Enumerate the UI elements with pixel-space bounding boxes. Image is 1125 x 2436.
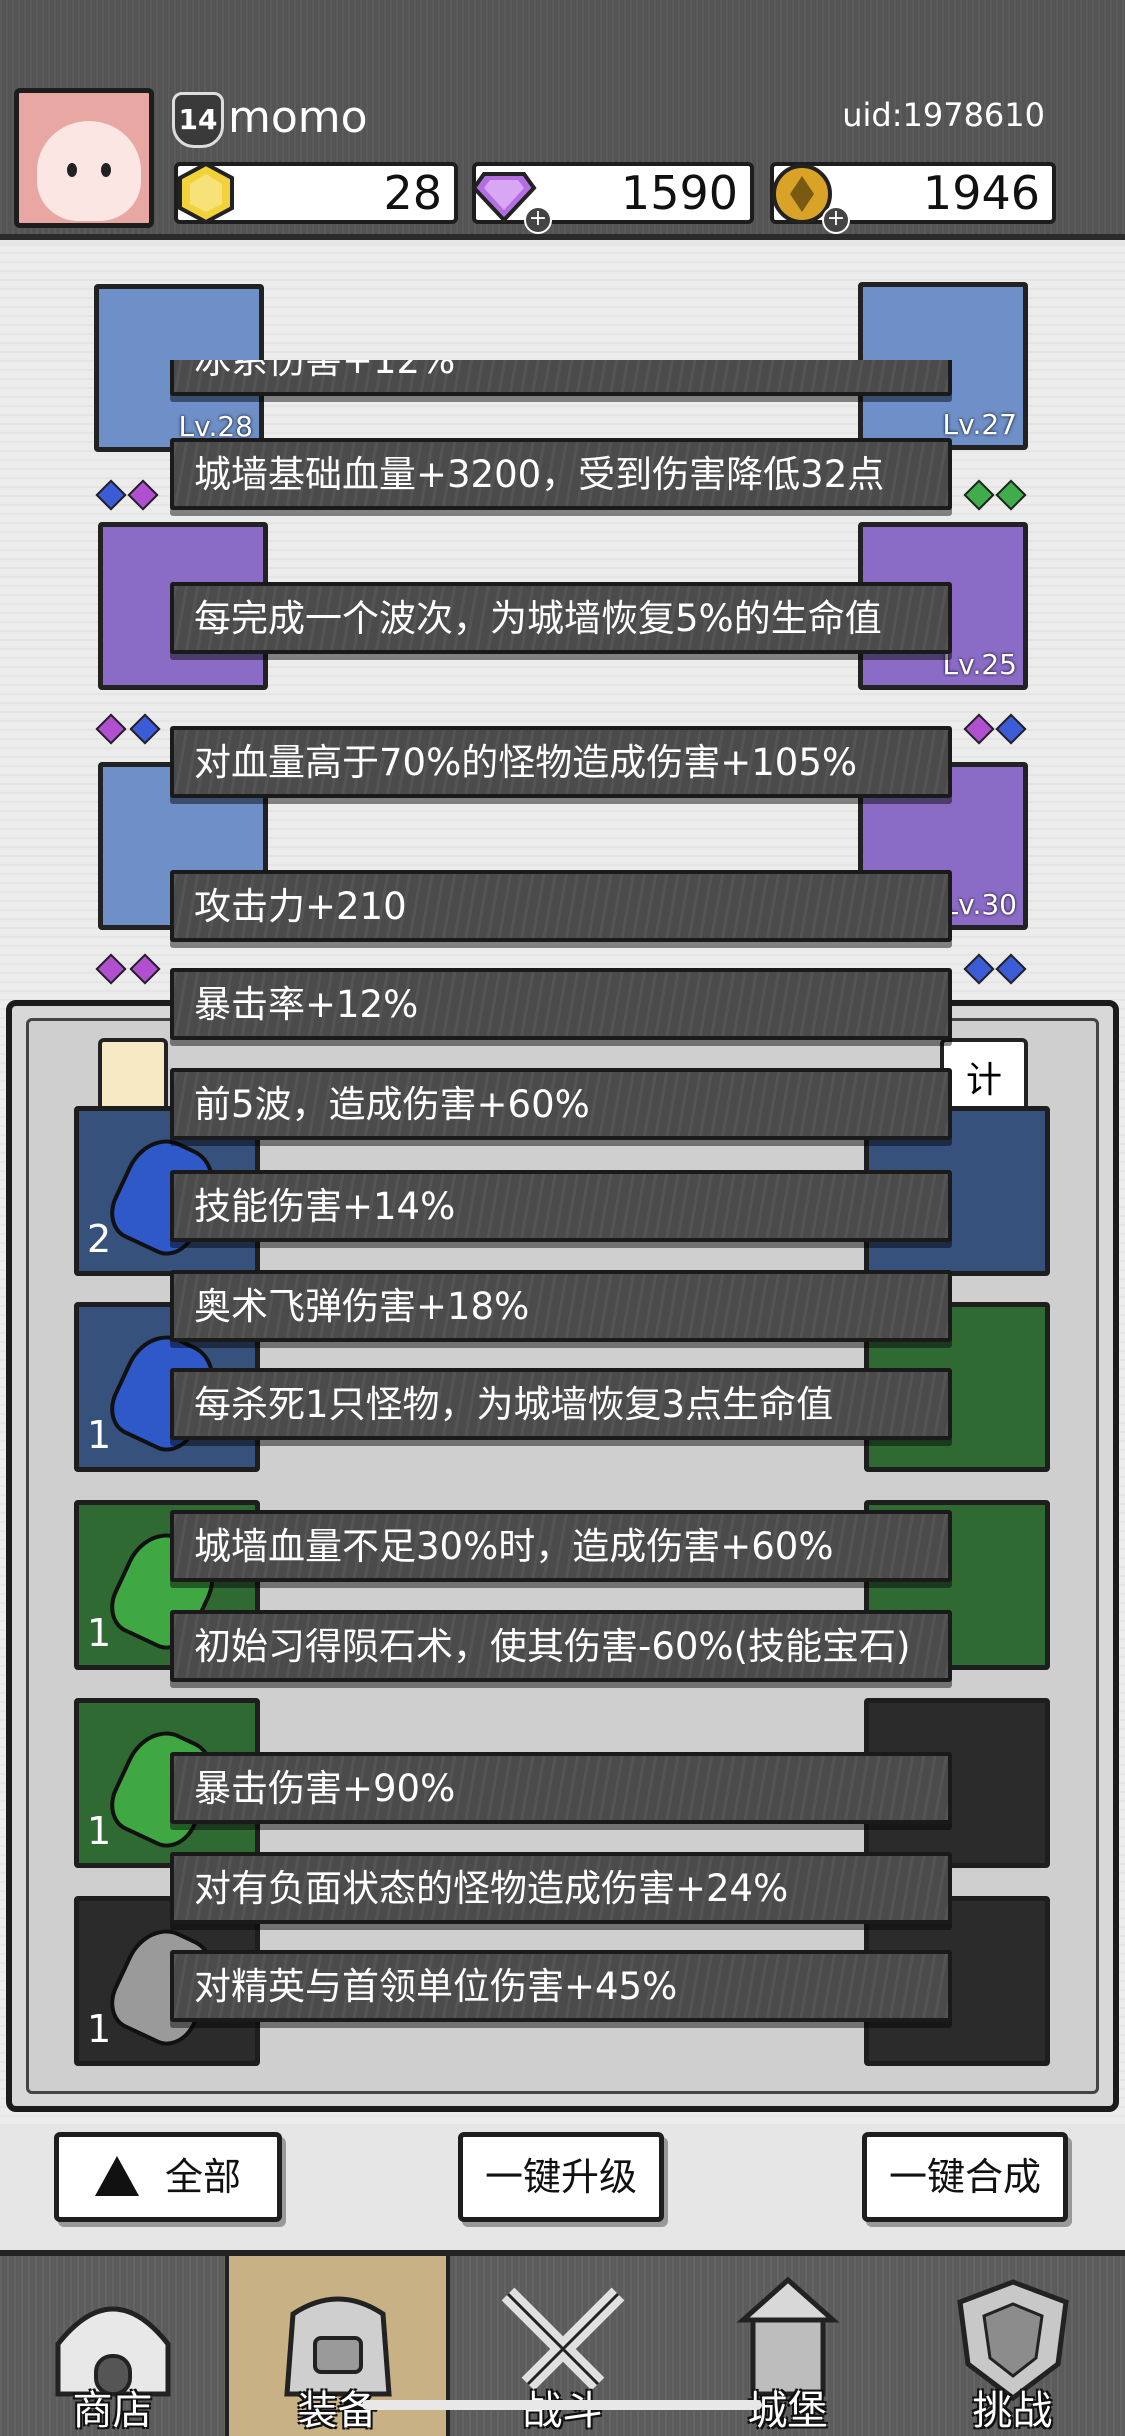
- attribute-text: 城墙血量不足30%时，造成伤害+60%: [194, 1525, 834, 1568]
- attribute-text: 暴击伤害+90%: [194, 1767, 456, 1810]
- attribute-item: 对精英与首领单位伤害+45%: [170, 1950, 952, 2022]
- upgrade-all-button[interactable]: 一键升级: [458, 2132, 664, 2222]
- attribute-text: 城墙基础血量+3200，受到伤害降低32点: [194, 453, 885, 496]
- uid-label: uid:1978610: [842, 96, 1045, 134]
- nav-shop[interactable]: 商店: [0, 2256, 225, 2436]
- attribute-text: 奥术飞弹伤害+18%: [194, 1285, 530, 1328]
- attribute-item: 城墙基础血量+3200，受到伤害降低32点: [170, 438, 952, 510]
- gem-count: 1: [87, 2007, 112, 2051]
- slot-level: Lv.25: [942, 648, 1017, 681]
- attribute-text: 攻击力+210: [194, 885, 407, 928]
- nav-shop-label: 商店: [72, 2388, 153, 2434]
- home-indicator: [362, 2400, 762, 2410]
- gem-count: 1: [87, 1413, 112, 1457]
- nav-challenge-label: 挑战: [972, 2388, 1053, 2434]
- username: momo: [228, 92, 368, 143]
- add-diamond-button[interactable]: +: [524, 206, 552, 234]
- filter-all-button[interactable]: 全部: [54, 2132, 282, 2222]
- gold-gem-icon: [178, 161, 234, 225]
- attribute-item: 城墙血量不足30%时，造成伤害+60%: [170, 1510, 952, 1582]
- gold-gem-value: 28: [383, 166, 442, 220]
- add-coin-button[interactable]: +: [822, 206, 850, 234]
- attribute-text: 暴击率+12%: [194, 983, 419, 1026]
- avatar-eye: [67, 163, 77, 177]
- slot-level: Lv.27: [942, 408, 1017, 441]
- attribute-text: 冰系伤害+12%: [194, 360, 456, 382]
- coin-counter: + 1946: [770, 162, 1056, 234]
- gem-count: 1: [87, 1809, 112, 1853]
- coin-value: 1946: [922, 166, 1040, 220]
- attribute-item: 暴击伤害+90%: [170, 1752, 952, 1824]
- diamond-counter: + 1590: [471, 162, 754, 234]
- attribute-item: 每完成一个波次，为城墙恢复5%的生命值: [170, 582, 952, 654]
- attribute-item: 前5波，造成伤害+60%: [170, 1068, 952, 1140]
- attribute-item: 奥术飞弹伤害+18%: [170, 1270, 952, 1342]
- merge-all-button[interactable]: 一键合成: [862, 2132, 1068, 2222]
- filter-all-label: 全部: [164, 2155, 241, 2199]
- attribute-item: 对有负面状态的怪物造成伤害+24%: [170, 1852, 952, 1924]
- avatar[interactable]: [14, 88, 154, 228]
- attribute-text: 对精英与首领单位伤害+45%: [194, 1965, 678, 2008]
- attribute-item: 技能伤害+14%: [170, 1170, 952, 1242]
- attribute-text: 技能伤害+14%: [194, 1185, 456, 1228]
- attribute-item: 冰系伤害+12%: [170, 360, 952, 396]
- slot-level: Lv.30: [942, 888, 1017, 921]
- attribute-item: 每杀死1只怪物，为城墙恢复3点生命值: [170, 1368, 952, 1440]
- nav-challenge[interactable]: 挑战: [900, 2256, 1125, 2436]
- avatar-face: [37, 121, 141, 221]
- filter-triangle-icon: [94, 2155, 139, 2196]
- attribute-text: 前5波，造成伤害+60%: [194, 1083, 590, 1126]
- attribute-item: 暴击率+12%: [170, 968, 952, 1040]
- top-bar: 14 momo uid:1978610 28 + 1590 + 1946: [0, 0, 1125, 240]
- attribute-text: 初始习得陨石术，使其伤害-60%(技能宝石): [194, 1625, 911, 1668]
- attribute-text: 每杀死1只怪物，为城墙恢复3点生命值: [194, 1383, 834, 1426]
- diamond-value: 1590: [620, 166, 738, 220]
- attribute-text: 对血量高于70%的怪物造成伤害+105%: [194, 741, 858, 784]
- attribute-text: 对有负面状态的怪物造成伤害+24%: [194, 1867, 789, 1910]
- attribute-text: 每完成一个波次，为城墙恢复5%的生命值: [194, 597, 882, 640]
- gem-count: 1: [87, 1611, 112, 1655]
- attribute-item: 攻击力+210: [170, 870, 952, 942]
- player-level-badge: 14: [172, 92, 224, 148]
- attribute-item: 对血量高于70%的怪物造成伤害+105%: [170, 726, 952, 798]
- attribute-tooltip-list[interactable]: 冰系伤害+12% 城墙基础血量+3200，受到伤害降低32点 每完成一个波次，为…: [170, 360, 952, 2032]
- attribute-item: 初始习得陨石术，使其伤害-60%(技能宝石): [170, 1610, 952, 1682]
- avatar-eye: [101, 163, 111, 177]
- gem-count: 2: [87, 1217, 112, 1261]
- gold-gem-counter: 28: [174, 161, 458, 225]
